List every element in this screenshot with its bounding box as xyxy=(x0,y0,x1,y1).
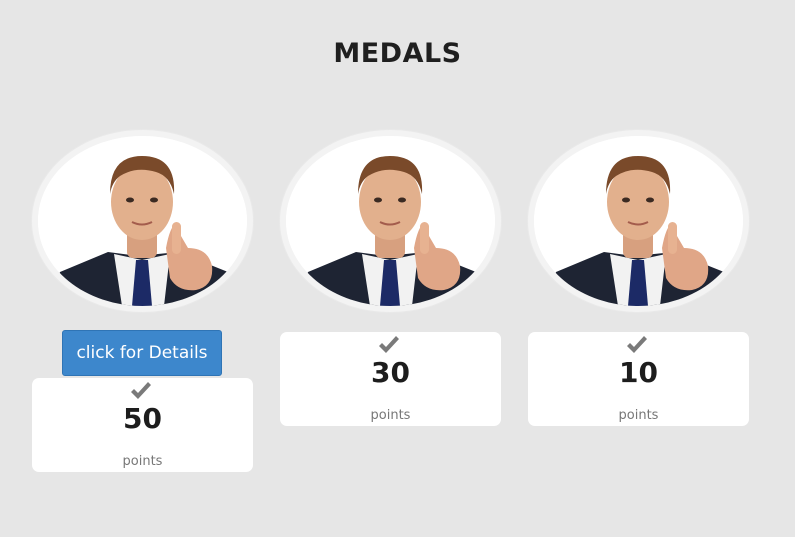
avatar-frame xyxy=(32,130,253,312)
score-box: 50 points xyxy=(32,378,253,472)
medal-card-3: 10 points xyxy=(528,130,749,426)
points-label: points xyxy=(370,408,411,423)
points-value: 50 xyxy=(123,402,162,435)
points-value: 10 xyxy=(619,356,658,389)
avatar xyxy=(286,136,495,306)
check-icon xyxy=(129,381,153,401)
points-value: 30 xyxy=(371,356,410,389)
avatar xyxy=(534,136,743,306)
score-box: 10 points xyxy=(528,332,749,426)
avatar-frame xyxy=(280,130,501,312)
medal-card-2: 30 points xyxy=(280,130,501,426)
medal-card-1: click for Details 50 points xyxy=(32,130,253,472)
page-title: MEDALS xyxy=(333,38,462,69)
check-icon xyxy=(625,335,649,355)
details-button[interactable]: click for Details xyxy=(62,330,222,376)
points-label: points xyxy=(618,408,659,423)
score-box: 30 points xyxy=(280,332,501,426)
points-label: points xyxy=(122,454,163,469)
avatar-frame xyxy=(528,130,749,312)
check-icon xyxy=(377,335,401,355)
avatar xyxy=(38,136,247,306)
